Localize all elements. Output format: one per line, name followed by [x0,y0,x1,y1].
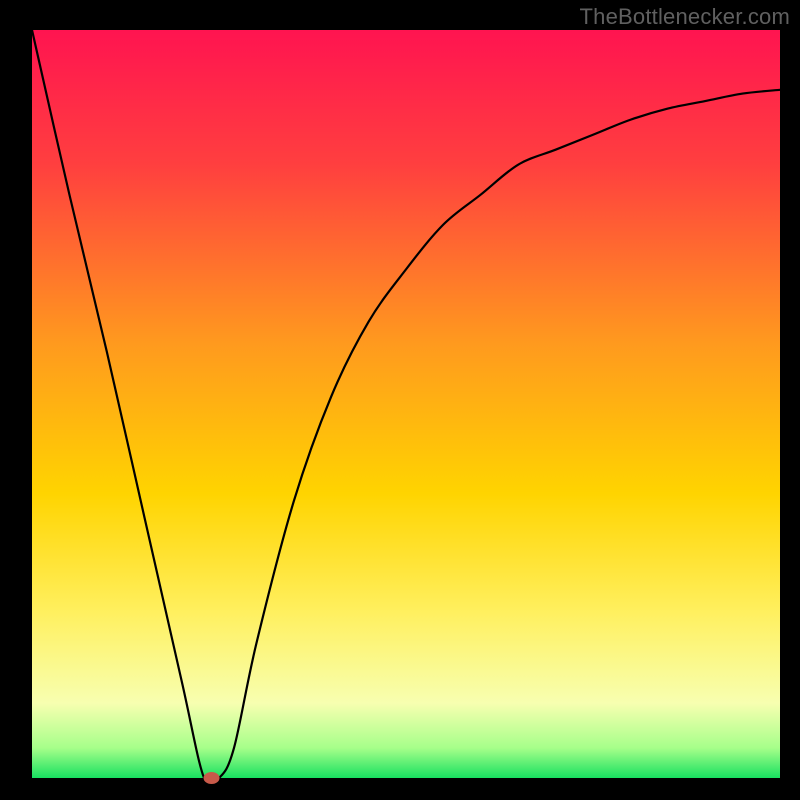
bottleneck-chart [0,0,800,800]
minimum-marker [204,772,220,784]
plot-area [32,30,780,778]
attribution-text: TheBottlenecker.com [580,4,790,30]
chart-container: TheBottlenecker.com [0,0,800,800]
